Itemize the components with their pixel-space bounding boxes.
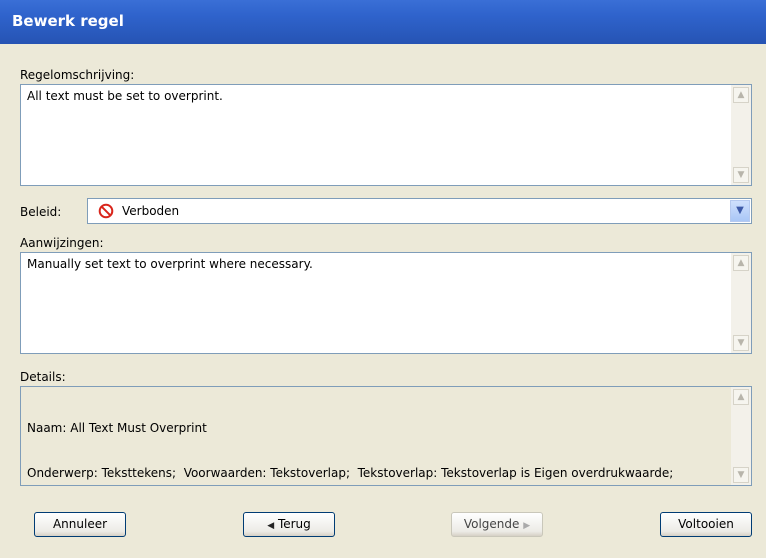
description-label: Regelomschrijving: [20, 68, 135, 82]
cancel-button-label: Annuleer [52, 517, 108, 531]
description-text: All text must be set to overprint. [27, 89, 223, 103]
chevron-down-icon[interactable]: ▼ [730, 200, 750, 222]
scroll-up-icon[interactable]: ▲ [733, 87, 749, 103]
description-scrollbar[interactable]: ▲ ▼ [731, 85, 751, 185]
arrow-right-icon: ▶ [523, 521, 531, 531]
details-scrollbar[interactable]: ▲ ▼ [731, 387, 751, 485]
title-bar: Bewerk regel [0, 0, 766, 44]
policy-value: Verboden [122, 204, 180, 218]
hints-label: Aanwijzingen: [20, 236, 104, 250]
policy-select[interactable]: Verboden ▼ [87, 198, 752, 224]
arrow-left-icon: ◀ [267, 521, 275, 531]
finish-button[interactable]: Voltooien [660, 512, 752, 537]
no-entry-icon [98, 203, 114, 219]
policy-label: Beleid: [20, 205, 62, 219]
scroll-down-icon[interactable]: ▼ [733, 167, 749, 183]
details-name: Naam: All Text Must Overprint [27, 421, 207, 435]
scroll-up-icon[interactable]: ▲ [733, 255, 749, 271]
dialog-title: Bewerk regel [12, 12, 124, 30]
back-button-label: Terug [277, 517, 311, 531]
cancel-button[interactable]: Annuleer [34, 512, 126, 537]
details-text: Naam: All Text Must Overprint Onderwerp:… [27, 391, 725, 511]
scroll-down-icon[interactable]: ▼ [733, 467, 749, 483]
details-box: Naam: All Text Must Overprint Onderwerp:… [20, 386, 752, 486]
back-button[interactable]: ◀ Terug [243, 512, 335, 537]
next-button[interactable]: Volgende ▶ [451, 512, 543, 537]
details-label: Details: [20, 370, 66, 384]
finish-button-label: Voltooien [678, 517, 734, 531]
scroll-up-icon[interactable]: ▲ [733, 389, 749, 405]
scroll-down-icon[interactable]: ▼ [733, 335, 749, 351]
next-button-label: Volgende [463, 517, 520, 531]
description-textarea[interactable]: All text must be set to overprint. ▲ ▼ [20, 84, 752, 186]
hints-text: Manually set text to overprint where nec… [27, 257, 313, 271]
hints-textarea[interactable]: Manually set text to overprint where nec… [20, 252, 752, 354]
hints-scrollbar[interactable]: ▲ ▼ [731, 253, 751, 353]
details-conditions: Onderwerp: Teksttekens; Voorwaarden: Tek… [27, 466, 674, 480]
